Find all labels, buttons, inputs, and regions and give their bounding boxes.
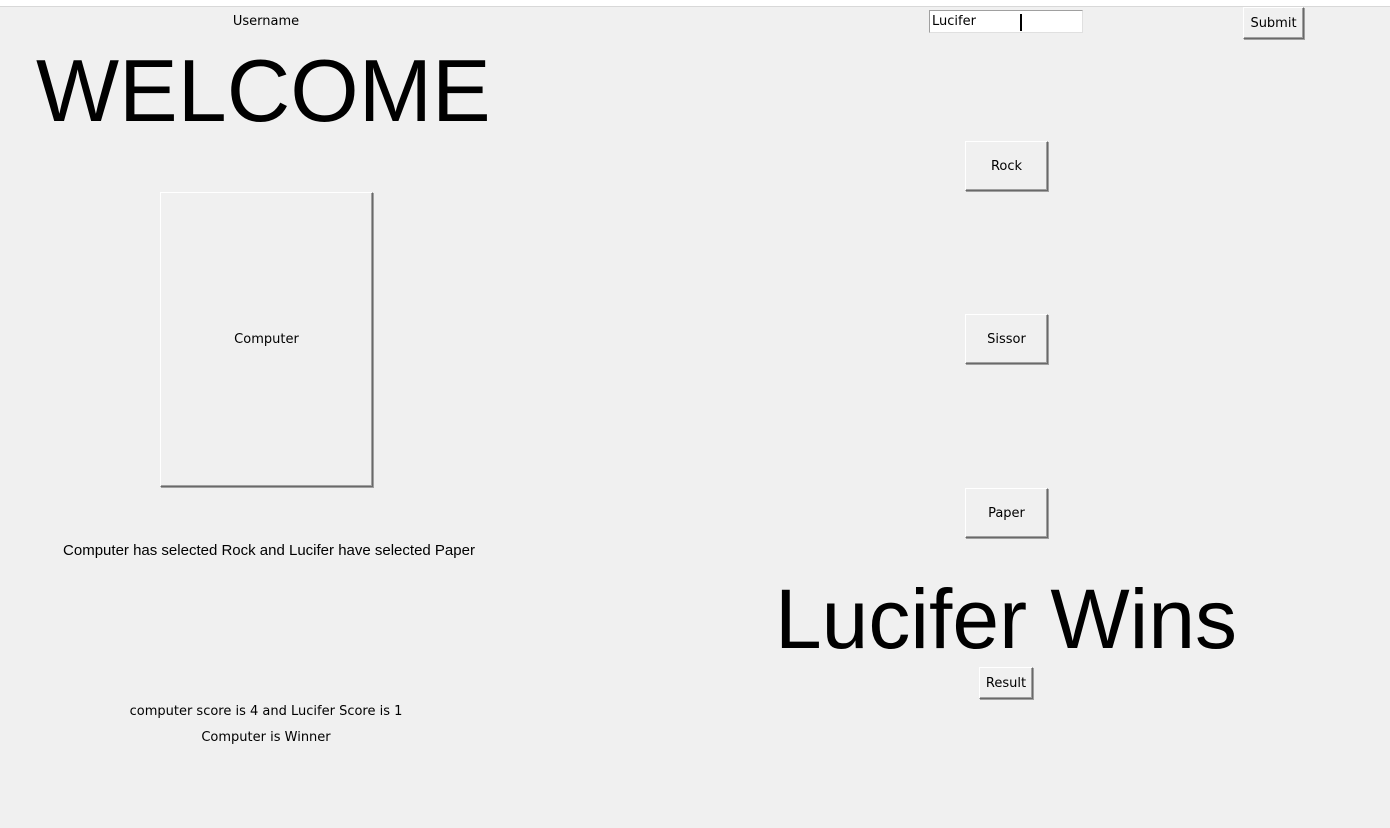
- text-cursor: [1020, 14, 1022, 31]
- sissor-button[interactable]: Sissor: [965, 314, 1048, 364]
- round-result-text: Lucifer Wins: [774, 572, 1238, 666]
- selection-message: Computer has selected Rock and Lucifer h…: [63, 542, 475, 559]
- rock-button[interactable]: Rock: [965, 141, 1048, 191]
- welcome-heading: WELCOME: [36, 41, 491, 140]
- paper-button[interactable]: Paper: [965, 488, 1048, 538]
- computer-choice-button[interactable]: Computer: [160, 192, 373, 487]
- submit-button[interactable]: Submit: [1243, 7, 1304, 39]
- username-input[interactable]: [929, 10, 1083, 33]
- result-button[interactable]: Result: [979, 667, 1033, 699]
- app-window: Username Submit WELCOME Computer Rock Si…: [0, 6, 1390, 828]
- score-message: computer score is 4 and Lucifer Score is…: [129, 704, 403, 719]
- username-label: Username: [232, 14, 300, 29]
- winner-message: Computer is Winner: [201, 730, 331, 745]
